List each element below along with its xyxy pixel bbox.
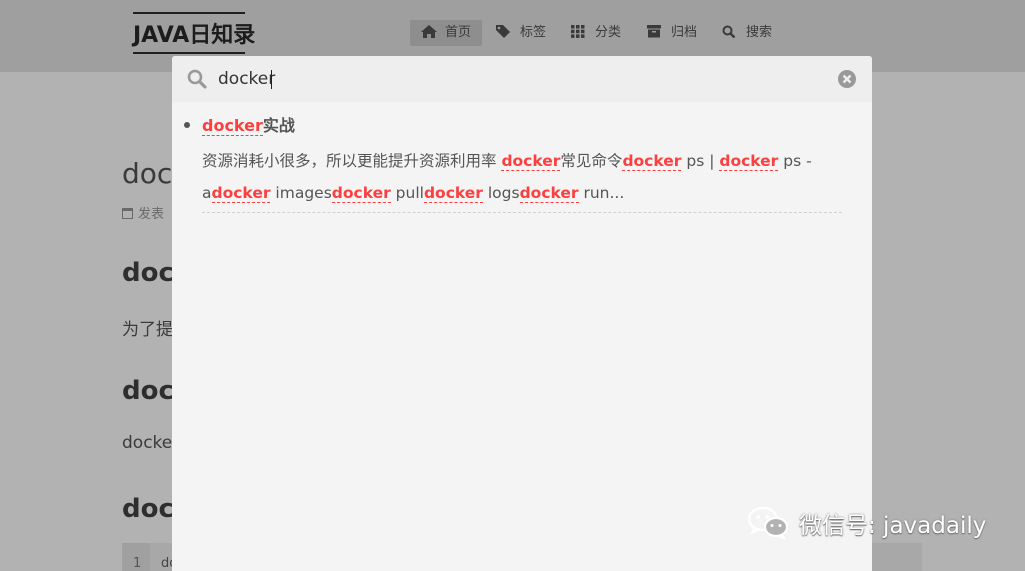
snippet-text: logs	[482, 184, 520, 202]
nav-archives-label: 归档	[671, 25, 698, 40]
snippet-highlight: docker	[501, 152, 561, 171]
nav-search[interactable]: 搜索	[722, 20, 772, 46]
post-meta-label: 发表	[138, 207, 165, 222]
post-meta: 发表	[122, 203, 164, 222]
search-icon	[187, 69, 207, 89]
wechat-icon	[747, 506, 789, 540]
nav-home[interactable]: 首页	[410, 20, 482, 46]
nav-home-label: 首页	[445, 25, 472, 40]
home-icon	[421, 22, 437, 38]
clear-search-icon[interactable]	[838, 70, 856, 88]
nav-categories-label: 分类	[595, 25, 622, 40]
tag-icon	[496, 22, 512, 38]
result-divider	[202, 212, 842, 213]
search-result-snippet: 资源消耗小很多，所以更能提升资源利用率 docker常见命令docker ps …	[202, 145, 832, 209]
section-paragraph-1: 为了提	[122, 320, 173, 340]
nav-tags-label: 标签	[520, 25, 547, 40]
nav-categories[interactable]: 分类	[571, 20, 621, 46]
list-bullet	[184, 122, 190, 128]
search-icon	[722, 22, 738, 39]
result-title-rest[interactable]: 实战	[263, 116, 295, 135]
snippet-text: ps |	[681, 152, 720, 170]
snippet-highlight: docker	[331, 184, 391, 203]
snippet-text: 资源消耗小很多，所以更能提升资源利用率	[202, 152, 502, 170]
nav-archives[interactable]: 归档	[647, 20, 697, 46]
text-caret	[271, 70, 272, 89]
post-title[interactable]: doc	[122, 157, 172, 190]
snippet-highlight: docker	[519, 184, 579, 203]
search-result-title[interactable]: docker实战	[202, 112, 295, 136]
watermark-text: 微信号: javadaily	[799, 513, 987, 539]
code-line-number: 1	[133, 556, 142, 571]
search-input[interactable]	[218, 65, 818, 93]
site-title[interactable]: JAVA日知录	[133, 17, 273, 49]
calendar-icon	[122, 208, 133, 219]
site-logo[interactable]: JAVA日知录	[133, 12, 255, 54]
nav-search-label: 搜索	[746, 25, 773, 40]
snippet-text: run...	[578, 184, 625, 202]
result-title-highlight[interactable]: docker	[202, 116, 263, 136]
snippet-highlight: docker	[622, 152, 682, 171]
grid-icon	[571, 22, 587, 38]
snippet-text: 常见命令	[560, 152, 623, 170]
search-bar	[172, 56, 872, 102]
search-popup: docker实战 资源消耗小很多，所以更能提升资源利用率 docker常见命令d…	[172, 56, 872, 571]
snippet-highlight: docker	[423, 184, 483, 203]
archive-icon	[647, 22, 663, 38]
snippet-highlight: docker	[719, 152, 779, 171]
section-paragraph-2: docke	[122, 433, 173, 453]
nav-tags[interactable]: 标签	[496, 20, 546, 46]
snippet-text: pull	[390, 184, 424, 202]
snippet-highlight: docker	[211, 184, 271, 203]
snippet-text: images	[270, 184, 332, 202]
